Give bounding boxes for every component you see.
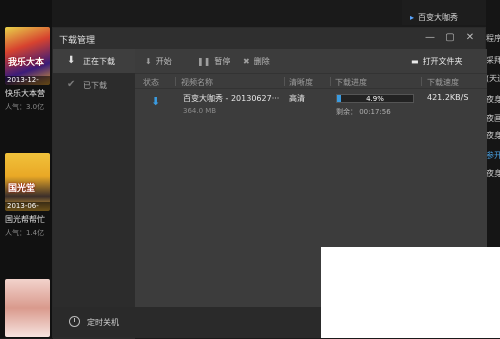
background-video-list: 我乐大本 2013-12- 快乐大本营 人气：3.0亿 国光堂 2013-06-… — [0, 0, 52, 338]
download-progress-bar: 4.9% — [336, 94, 414, 103]
thumbnail-logo-text: 我乐大本 — [8, 58, 45, 68]
sidebar-item-downloading[interactable]: ⬇ 正在下载 — [53, 49, 135, 73]
table-row[interactable]: ⬇ 百变大咖秀 - 20130627··· 364.0 MB 高清 4.9% 剩… — [135, 89, 487, 125]
column-header-name[interactable]: 视频名称 — [181, 77, 213, 88]
play-icon: ⬇ — [145, 57, 152, 66]
pause-button[interactable]: ❚❚ 暂停 — [197, 56, 230, 67]
arrow-right-icon: ▸ — [410, 13, 415, 22]
video-popularity: 人气：3.0亿 — [5, 103, 45, 111]
video-popularity: 人气：1.4亿 — [5, 229, 45, 237]
start-button[interactable]: ⬇ 开始 — [145, 56, 172, 67]
video-card[interactable]: 我乐大本 2013-12- 快乐大本营 人气：3.0亿 — [5, 27, 50, 112]
column-header-quality[interactable]: 清晰度 — [289, 77, 313, 88]
side-list-item[interactable]: 程序 — [486, 33, 500, 44]
open-folder-label: 打开文件夹 — [422, 57, 463, 66]
video-thumbnail[interactable] — [5, 279, 50, 337]
video-thumbnail[interactable]: 我乐大本 2013-12- — [5, 27, 50, 85]
download-arrow-icon: ⬇ — [67, 55, 76, 66]
side-list-item[interactable]: 夜画 — [486, 113, 500, 124]
video-title[interactable]: 快乐大本营 — [5, 88, 50, 99]
column-divider — [421, 77, 422, 86]
folder-icon: ▬ — [411, 57, 419, 66]
breadcrumb-label: 百变大咖秀 — [418, 13, 459, 22]
column-divider — [330, 77, 331, 86]
column-divider — [175, 77, 176, 86]
table-header: 状态 视频名称 清晰度 下载进度 下载速度 — [135, 73, 487, 89]
dialog-title: 下载管理 — [59, 36, 96, 46]
column-header-status[interactable]: 状态 — [143, 77, 159, 88]
blank-overlay — [321, 247, 500, 338]
video-thumbnail[interactable]: 国光堂 2013-06- — [5, 153, 50, 211]
open-folder-button[interactable]: ▬ 打开文件夹 — [411, 56, 463, 67]
sidebar-item-label: 正在下载 — [83, 57, 115, 66]
footer-bar: 定时关机 — [53, 307, 323, 337]
thumbnail-logo-text: 国光堂 — [8, 184, 36, 194]
side-list-item[interactable]: (天运 — [486, 73, 500, 84]
progress-percent: 4.9% — [366, 95, 384, 103]
column-header-progress[interactable]: 下载进度 — [335, 77, 367, 88]
pause-icon: ❚❚ — [197, 57, 211, 66]
download-speed: 421.2KB/S — [427, 93, 469, 102]
sidebar-item-downloaded[interactable]: ✔ 已下载 — [53, 73, 135, 97]
breadcrumb[interactable]: ▸ 百变大咖秀 — [410, 12, 458, 23]
side-list-item[interactable]: 夜身 — [486, 130, 500, 141]
start-label: 开始 — [155, 57, 172, 66]
side-list-item[interactable]: 采拜 — [486, 55, 500, 66]
close-icon[interactable]: ✕ — [464, 32, 476, 44]
side-list-item[interactable]: 夜身 — [486, 94, 500, 105]
video-date: 2013-12- — [5, 76, 50, 85]
pause-label: 暂停 — [214, 57, 231, 66]
column-divider — [284, 77, 285, 86]
video-card[interactable] — [5, 279, 50, 337]
maximize-icon[interactable]: ▢ — [444, 32, 456, 44]
video-quality: 高清 — [289, 94, 305, 103]
file-size: 364.0 MB — [183, 107, 217, 115]
scheduled-shutdown-button[interactable]: 定时关机 — [87, 317, 119, 328]
minimize-icon[interactable]: — — [424, 32, 436, 44]
delete-x-icon: ✖ — [243, 57, 250, 66]
sidebar: ⬇ 正在下载 ✔ 已下载 — [53, 49, 135, 339]
delete-label: 删除 — [253, 57, 270, 66]
time-remaining: 剩余： 00:17:56 — [336, 108, 391, 116]
side-list-item[interactable]: 参开 — [486, 150, 500, 161]
video-date: 2013-06- — [5, 202, 50, 211]
side-list-item[interactable]: 夜身 — [486, 168, 500, 179]
video-name: 百变大咖秀 - 20130627··· — [183, 94, 280, 103]
check-icon: ✔ — [67, 79, 76, 90]
alarm-clock-icon — [69, 316, 80, 327]
sidebar-item-label: 已下载 — [83, 81, 107, 90]
video-title[interactable]: 国光帮帮忙 — [5, 214, 50, 225]
column-header-speed[interactable]: 下载速度 — [427, 77, 459, 88]
video-card[interactable]: 国光堂 2013-06- 国光帮帮忙 人气：1.4亿 — [5, 153, 50, 238]
toolbar: ⬇ 开始 ❚❚ 暂停 ✖ 删除 ▬ 打开文件夹 — [135, 49, 487, 73]
downloading-arrow-icon: ⬇ — [151, 95, 161, 108]
delete-button[interactable]: ✖ 删除 — [243, 56, 270, 67]
title-bar[interactable]: 下载管理 — ▢ ✕ — [53, 28, 485, 49]
